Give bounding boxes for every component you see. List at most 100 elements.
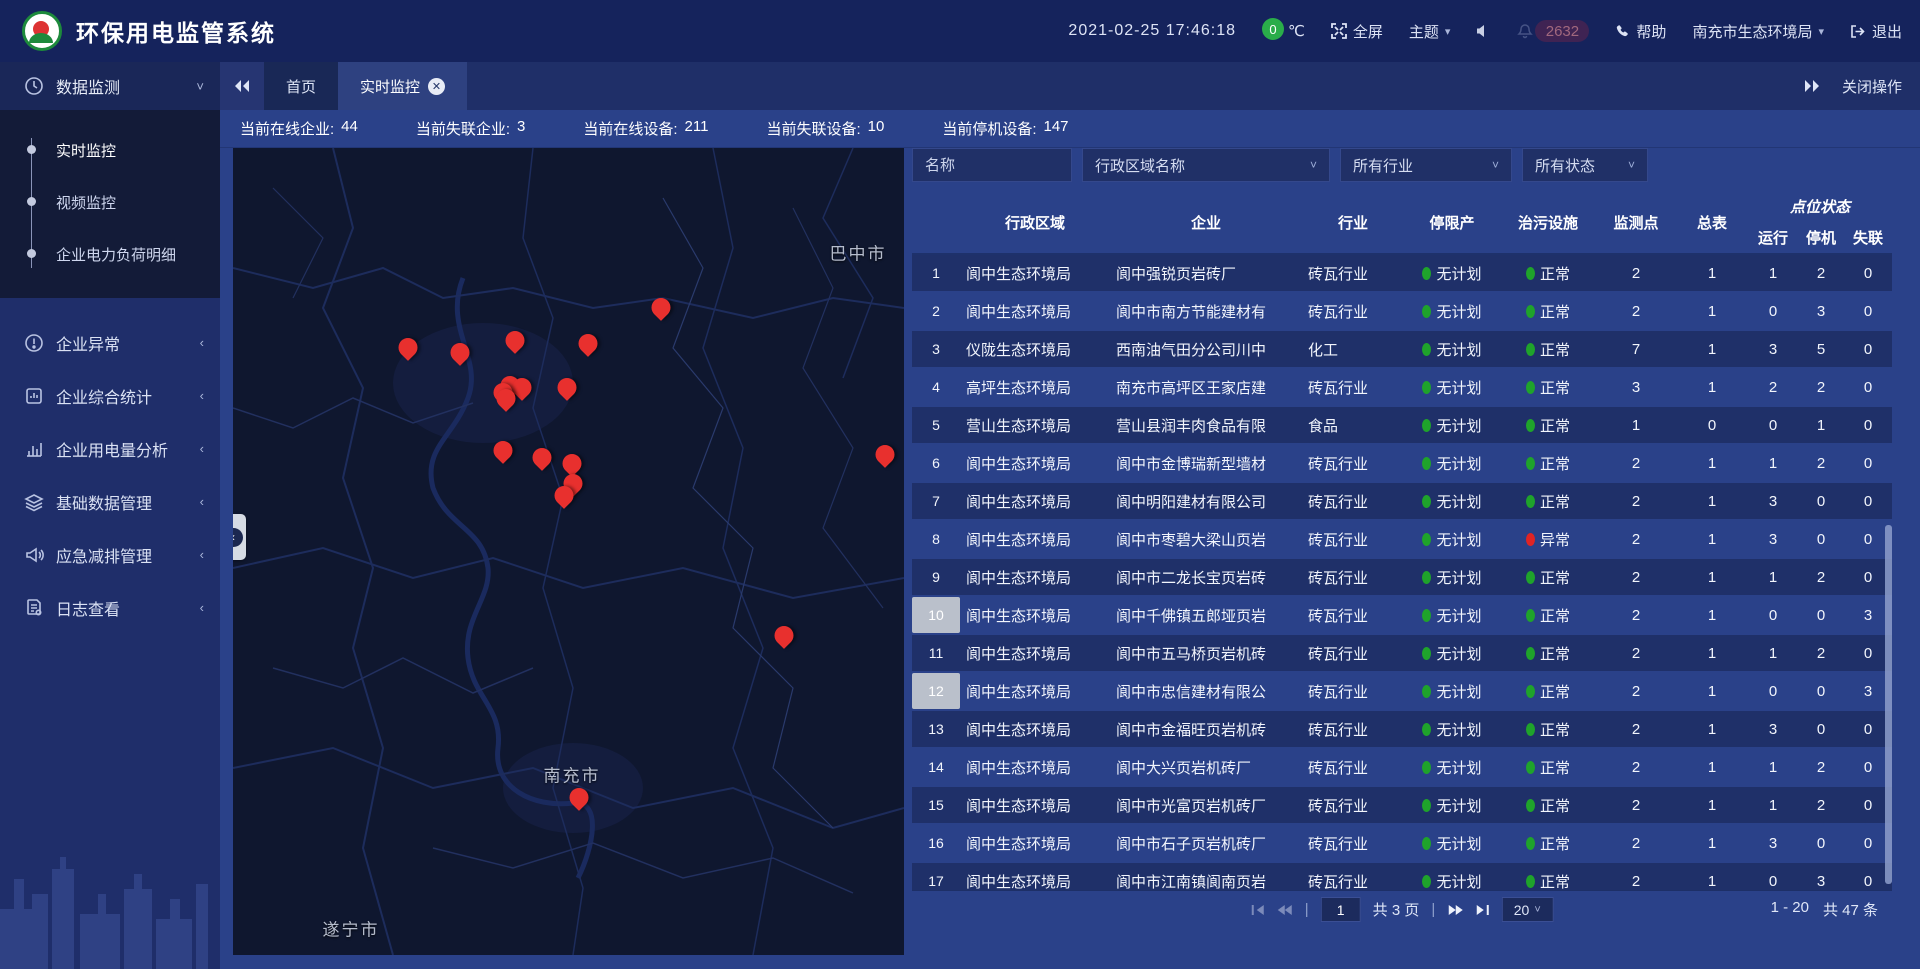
- chevron-down-icon: ˅: [196, 79, 204, 94]
- col-region: 行政区域: [960, 191, 1110, 253]
- cell-enterprise: 南充市高坪区王家店建: [1110, 369, 1302, 405]
- theme-dropdown[interactable]: 主题 ▾: [1409, 21, 1451, 42]
- fullscreen-button[interactable]: 全屏: [1331, 21, 1383, 42]
- cell-region: 营山生态环境局: [960, 407, 1110, 443]
- tab-bar: 首页 实时监控 ✕ 关闭操作: [220, 62, 1920, 110]
- cell-stop: 2: [1798, 559, 1844, 595]
- cell-stop: 0: [1798, 597, 1844, 633]
- suspension-status-dot: [1422, 647, 1431, 660]
- table-row[interactable]: 15 阆中生态环境局 阆中市光富页岩机砖厂 砖瓦行业 无计划 正常 2 1 1 …: [912, 787, 1892, 823]
- org-user-dropdown[interactable]: 南充市生态环境局 ▾: [1692, 21, 1824, 42]
- table-row[interactable]: 12 阆中生态环境局 阆中市忠信建材有限公 砖瓦行业 无计划 正常 2 1 0 …: [912, 673, 1892, 709]
- map-panel[interactable]: ‹ 巴中市南充市遂宁市: [233, 148, 904, 955]
- cell-suspension: 无计划: [1404, 635, 1500, 671]
- chevron-left-icon: ‹: [200, 600, 204, 615]
- cell-suspension: 无计划: [1404, 407, 1500, 443]
- region-filter-select[interactable]: 行政区域名称 ˅: [1082, 148, 1330, 182]
- page-number-input[interactable]: [1321, 897, 1361, 922]
- megaphone-icon: [24, 545, 44, 565]
- stat-value: 147: [1044, 118, 1069, 139]
- cell-meter: 1: [1676, 597, 1748, 633]
- stat-online-devices: 当前在线设备:211: [583, 118, 708, 139]
- table-row[interactable]: 11 阆中生态环境局 阆中市五马桥页岩机砖 砖瓦行业 无计划 正常 2 1 1 …: [912, 635, 1892, 671]
- notifications[interactable]: 2632: [1517, 20, 1589, 42]
- table-row[interactable]: 1 阆中生态环境局 阆中强锐页岩砖厂 砖瓦行业 无计划 正常 2 1 1 2 0: [912, 255, 1892, 291]
- row-number: 13: [912, 711, 960, 747]
- status-filter-select[interactable]: 所有状态 ˅: [1522, 148, 1648, 182]
- sidebar-item-log-view[interactable]: 日志查看 ‹: [0, 581, 220, 634]
- table-row[interactable]: 2 阆中生态环境局 阆中市南方节能建材有 砖瓦行业 无计划 正常 2 1 0 3…: [912, 293, 1892, 329]
- facility-status-dot: [1526, 419, 1535, 432]
- tab-realtime-monitoring[interactable]: 实时监控 ✕: [338, 62, 467, 110]
- table-row[interactable]: 17 阆中生态环境局 阆中市江南镇阆南页岩 砖瓦行业 无计划 正常 2 1 0 …: [912, 863, 1892, 890]
- cell-region: 阆中生态环境局: [960, 445, 1110, 481]
- cell-enterprise: 阆中千佛镇五郎垭页岩: [1110, 597, 1302, 633]
- row-number: 17: [912, 863, 960, 890]
- chevron-left-icon: ‹: [200, 335, 204, 350]
- table-row[interactable]: 8 阆中生态环境局 阆中市枣碧大梁山页岩 砖瓦行业 无计划 异常 2 1 3 0…: [912, 521, 1892, 557]
- table-row[interactable]: 9 阆中生态环境局 阆中市二龙长宝页岩砖 砖瓦行业 无计划 正常 2 1 1 2…: [912, 559, 1892, 595]
- cell-region: 阆中生态环境局: [960, 863, 1110, 890]
- map-roads: [233, 148, 904, 955]
- first-page-button[interactable]: [1251, 904, 1265, 916]
- double-chevron-right-icon[interactable]: [1804, 79, 1820, 93]
- tabs-scroll-left-button[interactable]: [220, 62, 264, 110]
- suspension-status-dot: [1422, 609, 1431, 622]
- sidebar-item-base-data[interactable]: 基础数据管理 ‹: [0, 475, 220, 528]
- sidebar-item-power-load-detail[interactable]: 企业电力负荷明细: [0, 228, 220, 280]
- cell-run: 1: [1748, 445, 1798, 481]
- table-row[interactable]: 5 营山生态环境局 营山县润丰肉食品有限 食品 无计划 正常 1 0 0 1 0: [912, 407, 1892, 443]
- cell-lost: 0: [1844, 331, 1892, 367]
- cell-meter: 1: [1676, 863, 1748, 890]
- suspension-status-dot: [1422, 267, 1431, 280]
- logout-button[interactable]: 退出: [1850, 21, 1902, 42]
- cell-industry: 砖瓦行业: [1302, 255, 1404, 291]
- sidebar-item-data-monitoring[interactable]: 数据监测 ˅: [0, 62, 220, 110]
- table-row[interactable]: 13 阆中生态环境局 阆中市金福旺页岩机砖 砖瓦行业 无计划 正常 2 1 3 …: [912, 711, 1892, 747]
- name-filter-input[interactable]: [925, 157, 1059, 174]
- last-page-button[interactable]: [1475, 904, 1489, 916]
- tab-close-icon[interactable]: ✕: [428, 78, 445, 95]
- sidebar-item-enterprise-statistics[interactable]: 企业综合统计 ‹: [0, 369, 220, 422]
- table-row[interactable]: 16 阆中生态环境局 阆中市石子页岩机砖厂 砖瓦行业 无计划 正常 2 1 3 …: [912, 825, 1892, 861]
- cell-monitor: 2: [1596, 863, 1676, 890]
- table-row[interactable]: 10 阆中生态环境局 阆中千佛镇五郎垭页岩 砖瓦行业 无计划 正常 2 1 0 …: [912, 597, 1892, 633]
- table-scrollbar[interactable]: [1885, 525, 1892, 884]
- cell-stop: 2: [1798, 255, 1844, 291]
- sidebar-item-enterprise-abnormal[interactable]: 企业异常 ‹: [0, 316, 220, 369]
- industry-filter-select[interactable]: 所有行业 ˅: [1340, 148, 1512, 182]
- cell-run: 1: [1748, 749, 1798, 785]
- gauge-icon: [24, 76, 44, 96]
- stat-value: 10: [868, 118, 885, 139]
- close-operations-button[interactable]: 关闭操作: [1842, 76, 1902, 97]
- prev-page-button[interactable]: [1277, 904, 1293, 916]
- cell-lost: 0: [1844, 293, 1892, 329]
- next-page-button[interactable]: [1447, 904, 1463, 916]
- suspension-status-dot: [1422, 571, 1431, 584]
- sidebar-item-power-analysis[interactable]: 企业用电量分析 ‹: [0, 422, 220, 475]
- table-row[interactable]: 6 阆中生态环境局 阆中市金博瑞新型墙材 砖瓦行业 无计划 正常 2 1 1 2…: [912, 445, 1892, 481]
- cell-run: 1: [1748, 255, 1798, 291]
- cell-meter: 1: [1676, 749, 1748, 785]
- sidebar-item-realtime-monitoring[interactable]: 实时监控: [0, 124, 220, 176]
- tab-home[interactable]: 首页: [264, 62, 338, 110]
- facility-status-dot: [1526, 305, 1535, 318]
- map-city-label: 巴中市: [830, 240, 887, 265]
- table-row[interactable]: 14 阆中生态环境局 阆中大兴页岩机砖厂 砖瓦行业 无计划 正常 2 1 1 2…: [912, 749, 1892, 785]
- sidebar-item-video-monitoring[interactable]: 视频监控: [0, 176, 220, 228]
- table-row[interactable]: 7 阆中生态环境局 阆中明阳建材有限公司 砖瓦行业 无计划 正常 2 1 3 0…: [912, 483, 1892, 519]
- cell-monitor: 2: [1596, 483, 1676, 519]
- help-button[interactable]: 帮助: [1615, 21, 1666, 42]
- cell-industry: 砖瓦行业: [1302, 369, 1404, 405]
- sidebar-item-emergency-reduction[interactable]: 应急减排管理 ‹: [0, 528, 220, 581]
- temperature: 0 ℃: [1262, 22, 1305, 40]
- cell-run: 0: [1748, 597, 1798, 633]
- mute-button[interactable]: [1476, 24, 1491, 38]
- cell-enterprise: 阆中市金福旺页岩机砖: [1110, 711, 1302, 747]
- cell-region: 阆中生态环境局: [960, 559, 1110, 595]
- cell-suspension: 无计划: [1404, 293, 1500, 329]
- map-collapse-button[interactable]: ‹: [233, 514, 246, 560]
- table-row[interactable]: 4 高坪生态环境局 南充市高坪区王家店建 砖瓦行业 无计划 正常 3 1 2 2…: [912, 369, 1892, 405]
- page-size-select[interactable]: 20 ˅: [1501, 897, 1553, 922]
- table-row[interactable]: 3 仪陇生态环境局 西南油气田分公司川中 化工 无计划 正常 7 1 3 5 0: [912, 331, 1892, 367]
